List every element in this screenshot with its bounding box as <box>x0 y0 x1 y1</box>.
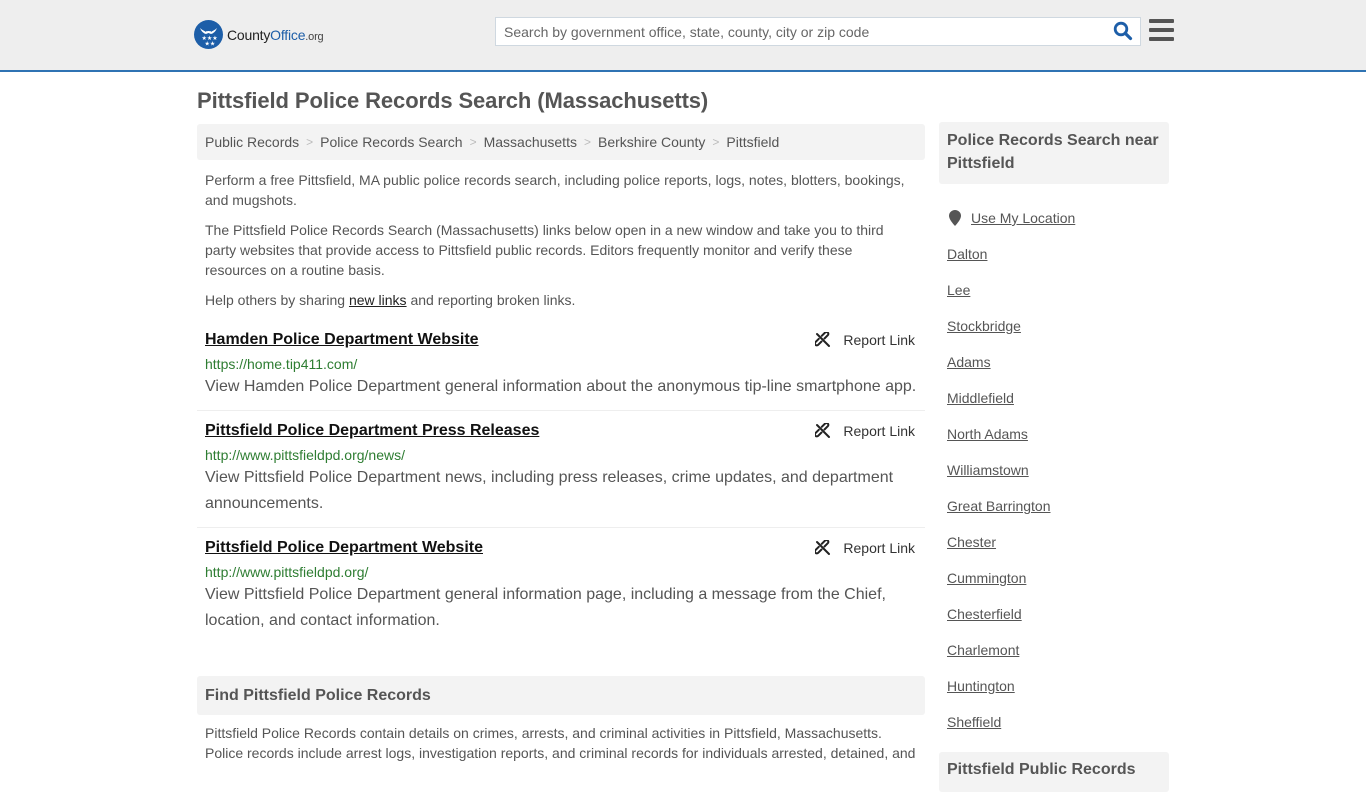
breadcrumb-separator-icon: > <box>583 135 591 149</box>
breadcrumb-pittsfield[interactable]: Pittsfield <box>726 134 779 150</box>
search-button[interactable] <box>1112 21 1134 43</box>
nearby-item: Chesterfield <box>947 596 1167 632</box>
find-records-heading: Find Pittsfield Police Records <box>197 676 925 715</box>
nearby-item: Dalton <box>947 236 1167 272</box>
site-logo[interactable]: ★★★ ★★ CountyOffice.org <box>194 20 324 49</box>
broken-link-icon <box>815 423 831 438</box>
result-url[interactable]: https://home.tip411.com/ <box>205 354 917 374</box>
result-description: View Pittsfield Police Department genera… <box>205 586 886 629</box>
nearby-item: Stockbridge <box>947 308 1167 344</box>
breadcrumb-massachusetts[interactable]: Massachusetts <box>484 134 577 150</box>
sidebar-heading-nearby: Police Records Search near Pittsfield <box>939 122 1169 184</box>
breadcrumb-berkshire-county[interactable]: Berkshire County <box>598 134 705 150</box>
result-description: View Hamden Police Department general in… <box>205 378 917 395</box>
result-item: Pittsfield Police Department Press Relea… <box>197 411 925 528</box>
search-input[interactable] <box>496 18 1096 45</box>
breadcrumb-separator-icon: > <box>712 135 720 149</box>
nearby-list: Use My Location Dalton Lee Stockbridge A… <box>947 200 1167 740</box>
result-title-link[interactable]: Pittsfield Police Department Website <box>205 538 483 558</box>
svg-text:★★: ★★ <box>205 41 216 48</box>
main-menu-button[interactable] <box>1149 19 1175 43</box>
use-location-item: Use My Location <box>947 200 1167 236</box>
nearby-link-chester[interactable]: Chester <box>947 534 996 550</box>
intro-paragraph-1: Perform a free Pittsfield, MA public pol… <box>205 172 905 208</box>
nearby-link-cummington[interactable]: Cummington <box>947 570 1026 586</box>
nearby-item: Chester <box>947 524 1167 560</box>
results-list: Hamden Police Department Website Report … <box>197 320 925 644</box>
result-title-link[interactable]: Pittsfield Police Department Press Relea… <box>205 421 539 441</box>
nearby-link-sheffield[interactable]: Sheffield <box>947 714 1001 730</box>
report-link-button[interactable]: Report Link <box>815 423 915 439</box>
nearby-item: Sheffield <box>947 704 1167 740</box>
sidebar-heading-public-records: Pittsfield Public Records <box>939 752 1169 792</box>
result-description: View Pittsfield Police Department news, … <box>205 469 894 512</box>
find-records-body: Pittsfield Police Records contain detail… <box>205 725 916 761</box>
broken-link-icon <box>815 332 831 347</box>
eagle-stars-logo-icon: ★★★ ★★ <box>194 20 223 49</box>
result-item: Pittsfield Police Department Website Rep… <box>197 528 925 644</box>
nearby-item: Lee <box>947 272 1167 308</box>
use-my-location-link[interactable]: Use My Location <box>971 210 1075 226</box>
intro-paragraph-3: Help others by sharing new links and rep… <box>205 292 576 308</box>
result-title-link[interactable]: Hamden Police Department Website <box>205 330 479 350</box>
result-url[interactable]: http://www.pittsfieldpd.org/news/ <box>205 445 917 465</box>
broken-link-icon <box>815 540 831 555</box>
report-link-button[interactable]: Report Link <box>815 332 915 348</box>
page-title: Pittsfield Police Records Search (Massac… <box>197 88 709 113</box>
nearby-item: Adams <box>947 344 1167 380</box>
nearby-link-huntington[interactable]: Huntington <box>947 678 1015 694</box>
nearby-link-stockbridge[interactable]: Stockbridge <box>947 318 1021 334</box>
nearby-link-middlefield[interactable]: Middlefield <box>947 390 1014 406</box>
nearby-link-lee[interactable]: Lee <box>947 282 970 298</box>
nearby-link-chesterfield[interactable]: Chesterfield <box>947 606 1022 622</box>
intro-paragraph-2: The Pittsfield Police Records Search (Ma… <box>205 222 884 278</box>
nearby-item: Great Barrington <box>947 488 1167 524</box>
nearby-link-charlemont[interactable]: Charlemont <box>947 642 1019 658</box>
nearby-link-dalton[interactable]: Dalton <box>947 246 987 262</box>
result-item: Hamden Police Department Website Report … <box>197 320 925 411</box>
breadcrumb: Public Records > Police Records Search >… <box>197 124 925 160</box>
nearby-link-adams[interactable]: Adams <box>947 354 991 370</box>
nearby-link-great-barrington[interactable]: Great Barrington <box>947 498 1051 514</box>
search-bar <box>495 17 1141 46</box>
site-header: ★★★ ★★ CountyOffice.org <box>0 0 1366 72</box>
nearby-item: North Adams <box>947 416 1167 452</box>
logo-text-office: Office <box>270 26 306 43</box>
nearby-item: Cummington <box>947 560 1167 596</box>
nearby-item: Middlefield <box>947 380 1167 416</box>
hamburger-menu-icon <box>1149 19 1174 23</box>
breadcrumb-separator-icon: > <box>306 135 314 149</box>
logo-text-county: County <box>227 26 271 43</box>
nearby-item: Williamstown <box>947 452 1167 488</box>
breadcrumb-public-records[interactable]: Public Records <box>205 134 299 150</box>
new-links-link[interactable]: new links <box>349 292 407 308</box>
breadcrumb-separator-icon: > <box>469 135 477 149</box>
main-content: Perform a free Pittsfield, MA public pol… <box>197 170 925 644</box>
nearby-link-north-adams[interactable]: North Adams <box>947 426 1028 442</box>
search-icon <box>1113 21 1133 41</box>
nearby-item: Huntington <box>947 668 1167 704</box>
breadcrumb-police-records-search[interactable]: Police Records Search <box>320 134 462 150</box>
map-pin-icon <box>949 210 961 226</box>
nearby-item: Charlemont <box>947 632 1167 668</box>
result-url[interactable]: http://www.pittsfieldpd.org/ <box>205 562 917 582</box>
nearby-link-williamstown[interactable]: Williamstown <box>947 462 1029 478</box>
logo-text-org: .org <box>305 30 324 43</box>
report-link-button[interactable]: Report Link <box>815 540 915 556</box>
intro: Perform a free Pittsfield, MA public pol… <box>197 170 925 310</box>
